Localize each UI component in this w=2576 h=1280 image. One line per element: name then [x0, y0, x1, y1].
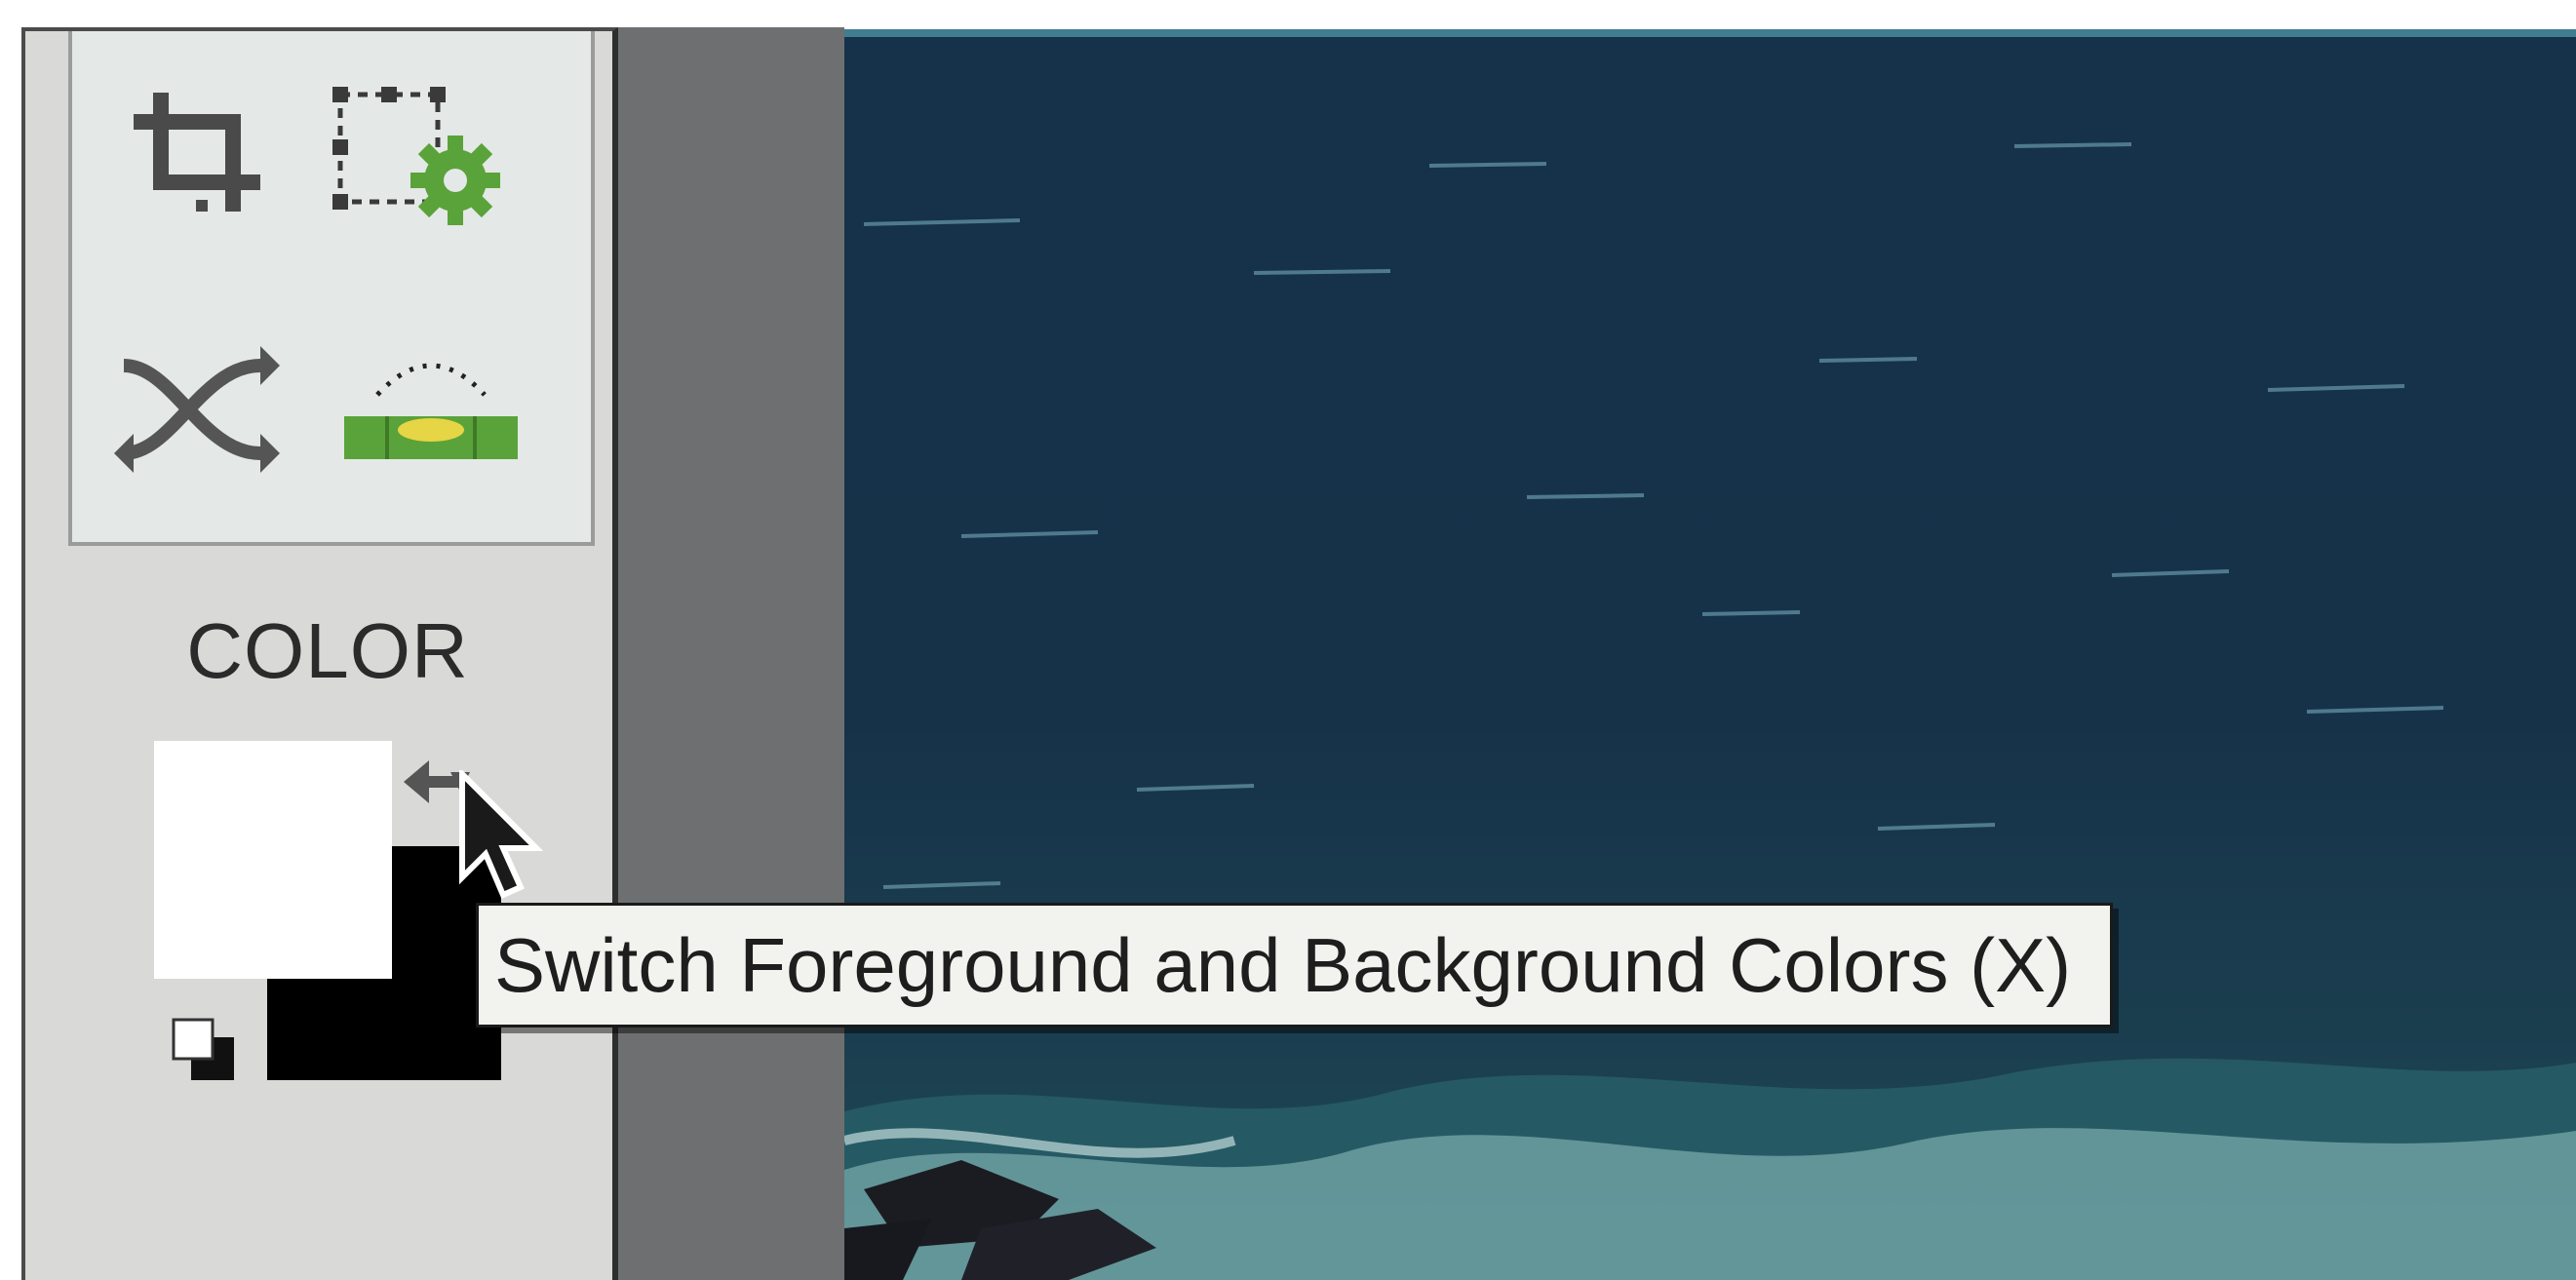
tooltip-text: Switch Foreground and Background Colors … — [494, 921, 2072, 1008]
mouse-pointer-icon — [458, 766, 546, 912]
recompose-tool-button[interactable] — [99, 312, 294, 507]
editor-window: COLOR Switch Foreground and Background C… — [0, 0, 2576, 1280]
tooltip: Switch Foreground and Background Colors … — [476, 903, 2114, 1028]
image-canvas[interactable] — [844, 29, 2576, 1280]
ocean-photo — [844, 29, 2576, 1280]
foreground-color-swatch[interactable] — [154, 741, 392, 979]
color-section-heading: COLOR — [186, 607, 469, 694]
panel-gutter — [618, 27, 844, 1280]
transform-settings-icon — [329, 83, 514, 229]
shuffle-icon — [114, 336, 280, 483]
straighten-tool-button[interactable] — [333, 312, 528, 507]
transform-tool-button[interactable] — [324, 58, 519, 253]
default-colors-icon[interactable] — [170, 1016, 248, 1099]
straighten-level-icon — [338, 336, 524, 483]
tool-grid — [68, 31, 595, 546]
crop-icon — [124, 83, 270, 229]
crop-tool-button[interactable] — [99, 58, 294, 253]
tools-panel: COLOR — [21, 27, 618, 1280]
